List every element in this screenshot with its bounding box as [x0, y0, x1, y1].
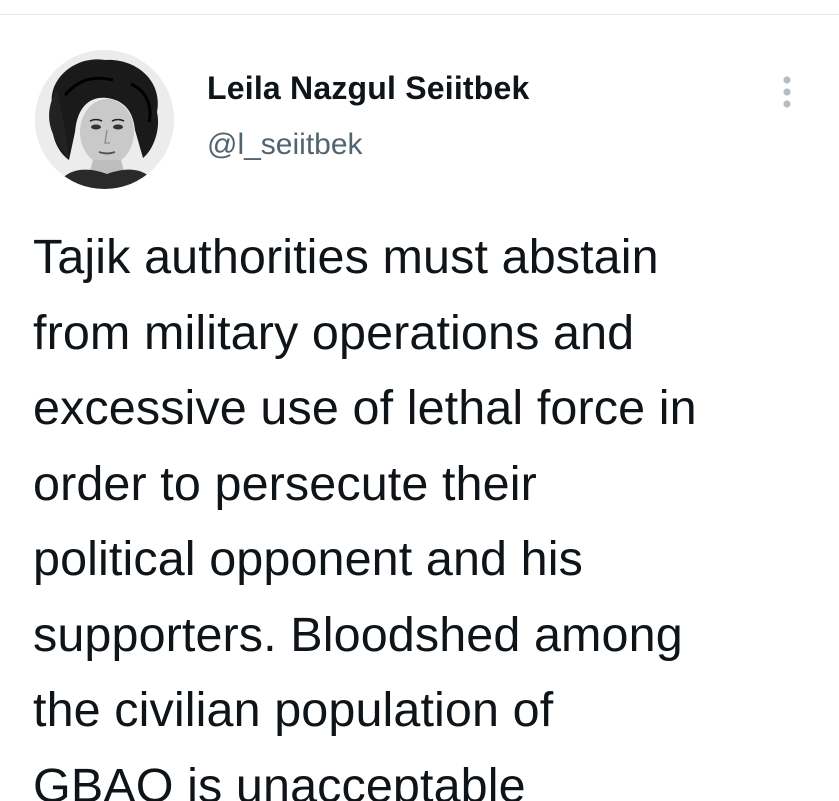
avatar-photo-icon: [35, 50, 174, 189]
vertical-ellipsis-icon: [783, 76, 791, 108]
avatar[interactable]: [35, 50, 174, 189]
author-display-name[interactable]: Leila Nazgul Seiitbek: [207, 70, 530, 107]
tweet-text: Tajik authorities must abstain from mili…: [33, 230, 697, 801]
top-divider: [0, 14, 839, 15]
author-handle[interactable]: @l_seiitbek: [207, 128, 363, 162]
tweet-page: Leila Nazgul Seiitbek @l_seiitbek Tajik …: [0, 0, 839, 801]
more-options-button[interactable]: [770, 68, 804, 116]
